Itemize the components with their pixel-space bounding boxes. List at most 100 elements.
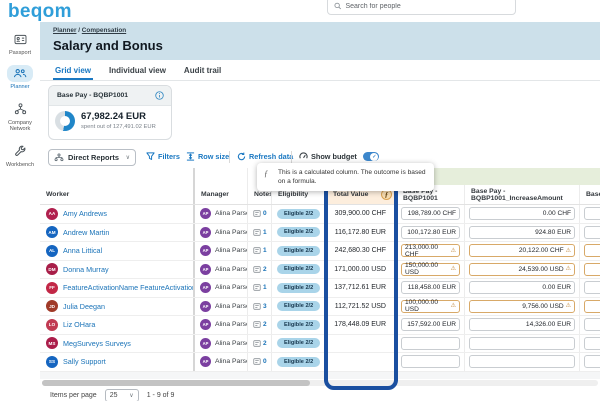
base-pay-input[interactable]: 100,000.00 USD⚠ [401, 300, 460, 313]
breadcrumb-planner[interactable]: Planner [53, 27, 76, 34]
clipped-input[interactable] [584, 318, 600, 331]
notes-cell[interactable]: 3 [248, 298, 272, 316]
eligibility-badge: Eligible 2/2 [277, 320, 320, 330]
base-pay-input[interactable]: 157,592.00 EUR [401, 318, 460, 331]
manager-name: Alina Parsons [215, 229, 248, 236]
clipped-input[interactable] [584, 300, 600, 313]
sidebar-item-passport[interactable]: Passport [0, 31, 40, 56]
clipped-input[interactable] [584, 355, 600, 368]
total-value-cell: 309,900.00 CHF [327, 205, 397, 223]
view-selector-dropdown[interactable]: Direct Reports ∨ [48, 149, 136, 166]
base-pay-input[interactable]: 213,000.00 CHF⚠ [401, 244, 460, 257]
notes-cell[interactable]: 1 [248, 224, 272, 242]
increase-amount-input[interactable]: 14,326.00 EUR [469, 318, 575, 331]
worker-cell: AL Anna Littical [40, 242, 195, 260]
view-selector-value: Direct Reports [68, 153, 126, 162]
notes-count: 1 [263, 284, 267, 291]
compensation-grid: WorkerManagerNotesEligibilityTotal Value… [40, 168, 600, 372]
chevron-down-icon: ∨ [129, 393, 133, 399]
column-header-base-pay-bqbp1001-increaseamount[interactable]: Base Pay - BQBP1001_IncreaseAmount [465, 185, 580, 204]
filters-label: Filters [158, 152, 180, 161]
filters-button[interactable]: Filters [146, 152, 180, 161]
sidebar-item-label: Planner [10, 84, 29, 90]
increase-amount-input[interactable]: 20,122.00 CHF⚠ [469, 244, 575, 257]
base-pay-input[interactable]: 198,789.00 CHF [401, 207, 460, 220]
avatar: JD [46, 300, 58, 312]
budget-card-body: 67,982.24 EUR spent out of 127,491.02 EU… [49, 106, 171, 136]
notes-cell[interactable]: 1 [248, 242, 272, 260]
avatar: AL [46, 245, 58, 257]
worker-name-link[interactable]: Julia Deegan [63, 302, 105, 311]
increase-amount-input[interactable] [469, 337, 575, 350]
increase-amount-input[interactable]: 0.00 EUR [469, 281, 575, 294]
row-size-icon [186, 152, 195, 161]
clipped-input[interactable] [584, 337, 600, 350]
avatar: AP [200, 338, 211, 349]
info-icon[interactable] [155, 91, 164, 100]
increase-amount-input[interactable]: 0.00 CHF [469, 207, 575, 220]
calculated-column-tooltip: ƒ This is a calculated column. The outco… [257, 163, 434, 191]
column-header-worker[interactable]: Worker [40, 185, 195, 204]
sidebar-item-workbench[interactable]: Workbench [0, 142, 40, 168]
note-icon [253, 210, 261, 217]
show-budget-toggle[interactable]: ✓ [363, 152, 379, 161]
clipped-input[interactable] [584, 281, 600, 294]
budget-card: Base Pay - BQBP1001 67,982.24 EUR spent … [48, 85, 172, 140]
base-pay-input[interactable]: 118,458.00 EUR [401, 281, 460, 294]
page-size-value: 25 [110, 392, 118, 399]
increase-amount-cell: 0.00 EUR [465, 279, 580, 297]
manager-name: Alina Parsons [215, 340, 248, 347]
clipped-input[interactable] [584, 207, 600, 220]
sidebar-item-company-network[interactable]: Company Network [0, 100, 40, 133]
worker-name-link[interactable]: Sally Support [63, 357, 106, 366]
notes-cell[interactable]: 2 [248, 316, 272, 334]
increase-amount-input[interactable]: 9,756.00 USD⚠ [469, 300, 575, 313]
tab-individual-view[interactable]: Individual view [107, 66, 168, 80]
avatar: AP [200, 227, 211, 238]
tab-audit-trail[interactable]: Audit trail [182, 66, 223, 80]
network-icon [8, 100, 33, 118]
notes-cell[interactable]: 0 [248, 205, 272, 223]
avatar: AP [200, 356, 211, 367]
increase-amount-input[interactable] [469, 355, 575, 368]
worker-name-link[interactable]: Liz OHara [63, 320, 95, 329]
sidebar-item-planner[interactable]: Planner [0, 65, 40, 90]
search-input[interactable] [345, 3, 509, 10]
notes-cell[interactable]: 2 [248, 335, 272, 353]
people-search[interactable] [327, 0, 516, 15]
column-header-base[interactable]: Base [580, 185, 600, 204]
column-header-manager[interactable]: Manager [195, 185, 248, 204]
toolbar-divider [229, 151, 230, 163]
page-size-select[interactable]: 25 ∨ [105, 389, 139, 401]
base-pay-input[interactable] [401, 337, 460, 350]
notes-cell[interactable]: 2 [248, 261, 272, 279]
base-pay-input[interactable] [401, 355, 460, 368]
worker-name-link[interactable]: Donna Murray [63, 265, 109, 274]
worker-name-link[interactable]: Andrew Martin [63, 228, 109, 237]
increase-amount-cell: 9,756.00 USD⚠ [465, 298, 580, 316]
notes-cell[interactable]: 1 [248, 279, 272, 297]
breadcrumb-compensation[interactable]: Compensation [82, 27, 126, 34]
worker-name-link[interactable]: Anna Littical [63, 246, 102, 255]
base-pay-input[interactable]: 100,172.80 EUR [401, 226, 460, 239]
breadcrumb: Planner / Compensation [53, 27, 600, 34]
tab-grid-view[interactable]: Grid view [53, 66, 93, 80]
beqom-logo: beqom [8, 1, 72, 23]
clipped-input[interactable] [584, 244, 600, 257]
scrollbar-thumb[interactable] [42, 380, 310, 386]
worker-name-link[interactable]: Amy Andrews [63, 209, 107, 218]
row-size-button[interactable]: Row size [186, 152, 229, 161]
worker-name-link[interactable]: MegSurveys Surveys [63, 339, 131, 348]
refresh-data-button[interactable]: Refresh data [237, 152, 293, 161]
notes-cell[interactable]: 0 [248, 353, 272, 371]
worker-name-link[interactable]: FeatureActivationName FeatureActivationA… [63, 283, 195, 292]
clipped-input[interactable] [584, 226, 600, 239]
increase-amount-input[interactable]: 924.80 EUR [469, 226, 575, 239]
horizontal-scrollbar[interactable] [42, 380, 598, 386]
manager-cell: APAlina Parsons [195, 279, 248, 297]
increase-amount-input[interactable]: 24,539.00 USD⚠ [469, 263, 575, 276]
base-pay-input[interactable]: 150,000.00 USD⚠ [401, 263, 460, 276]
worker-cell: MSMegSurveys Surveys [40, 335, 195, 353]
clipped-input[interactable] [584, 263, 600, 276]
clipped-cell [580, 261, 600, 279]
